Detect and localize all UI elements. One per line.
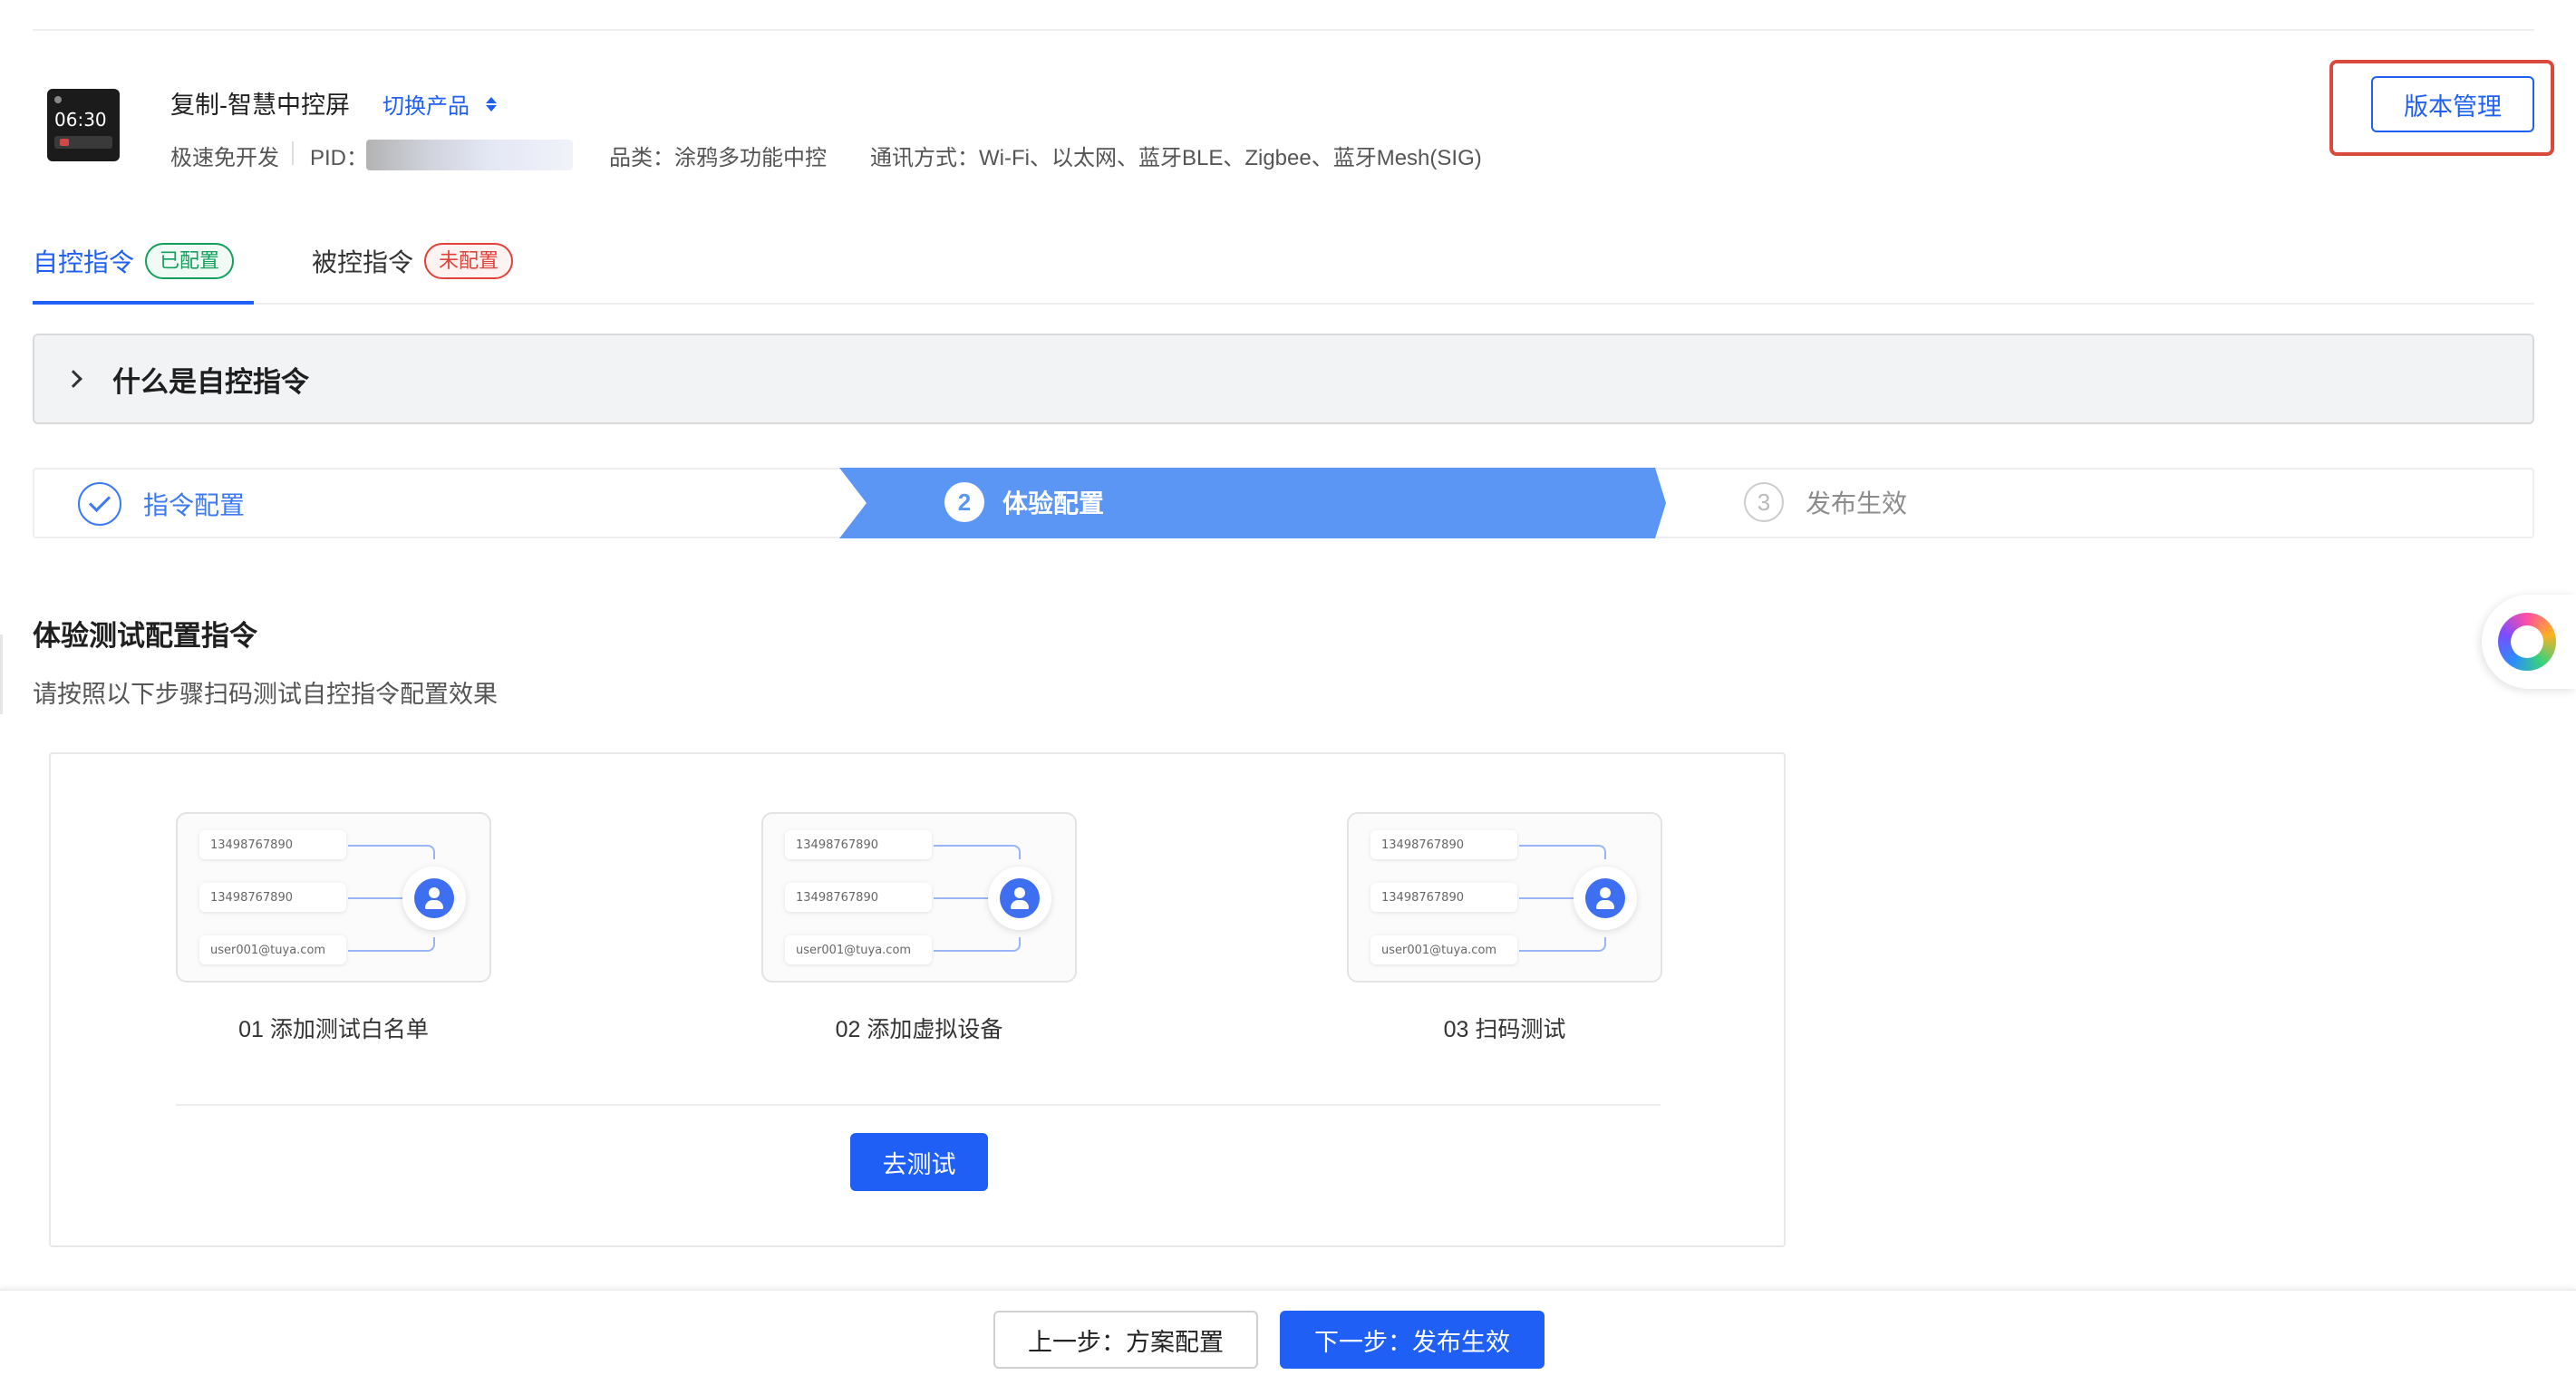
list-item: 13498767890 xyxy=(1370,883,1517,912)
step-number: 2 xyxy=(944,482,984,522)
what-is-self-control-collapse[interactable]: 什么是自控指令 xyxy=(33,334,2534,424)
tab-controlled[interactable]: 被控指令 未配置 xyxy=(312,243,514,279)
meta-divider xyxy=(292,141,294,165)
step-label: 发布生效 xyxy=(1806,489,1908,518)
scan-test-illustration: 13498767890 13498767890 user001@tuya.com xyxy=(1347,812,1662,983)
category-label: 品类：涂鸦多功能中控 xyxy=(609,146,827,170)
guide-step-caption: 03 扫码测试 xyxy=(1443,1017,1566,1042)
check-icon xyxy=(78,482,121,526)
virtual-device-illustration: 13498767890 13498767890 user001@tuya.com xyxy=(761,812,1077,983)
status-badge-unconfigured: 未配置 xyxy=(424,243,514,279)
left-edge-handle xyxy=(0,634,3,714)
list-item: 13498767890 xyxy=(1370,830,1517,859)
list-item: 13498767890 xyxy=(199,883,346,912)
user-avatar-icon xyxy=(988,867,1051,930)
section-subtitle: 请按照以下步骤扫码测试自控指令配置效果 xyxy=(33,681,498,708)
protocols-label: 通讯方式：Wi-Fi、以太网、蓝牙BLE、Zigbee、蓝牙Mesh(SIG) xyxy=(870,146,1482,170)
product-thumbnail: 06:30 xyxy=(47,89,120,161)
switch-product-label: 切换产品 xyxy=(383,94,470,119)
go-test-button[interactable]: 去测试 xyxy=(850,1133,988,1191)
list-item: user001@tuya.com xyxy=(1370,935,1517,964)
sort-updown-icon xyxy=(486,96,497,111)
tab-self-control[interactable]: 自控指令 已配置 xyxy=(33,243,235,279)
version-management-button[interactable]: 版本管理 xyxy=(2371,76,2534,132)
assistant-logo-icon xyxy=(2498,613,2556,671)
ai-assistant-button[interactable] xyxy=(2482,595,2576,689)
step-command-config[interactable]: 指令配置 xyxy=(78,482,245,526)
tab-label: 自控指令 xyxy=(33,248,135,276)
step-label: 体验配置 xyxy=(1002,489,1105,518)
whitelist-illustration: 13498767890 13498767890 user001@tuya.com xyxy=(176,812,491,983)
user-avatar-icon xyxy=(1574,867,1637,930)
product-name: 复制-智慧中控屏 xyxy=(170,92,350,119)
active-tab-indicator xyxy=(33,301,254,305)
next-step-button[interactable]: 下一步：发布生效 xyxy=(1280,1311,1545,1369)
list-item: 13498767890 xyxy=(199,830,346,859)
guide-step-caption: 01 添加测试白名单 xyxy=(238,1017,429,1042)
list-item: 13498767890 xyxy=(785,830,932,859)
card-divider xyxy=(176,1104,1661,1106)
command-tabs: 自控指令 已配置 被控指令 未配置 xyxy=(33,237,2534,305)
test-guide-card: 13498767890 13498767890 user001@tuya.com… xyxy=(49,752,1786,1247)
switch-product-link[interactable]: 切换产品 xyxy=(383,88,497,120)
prev-step-button[interactable]: 上一步：方案配置 xyxy=(993,1311,1258,1369)
dev-mode-label: 极速免开发 xyxy=(170,146,279,170)
guide-step-caption: 02 添加虚拟设备 xyxy=(835,1017,1003,1042)
user-avatar-icon xyxy=(402,867,466,930)
list-item: 13498767890 xyxy=(785,883,932,912)
pid-redacted-value xyxy=(366,140,573,170)
collapse-title: 什么是自控指令 xyxy=(112,365,309,398)
footer-bar: 上一步：方案配置 下一步：发布生效 xyxy=(0,1289,2576,1385)
list-item: user001@tuya.com xyxy=(785,935,932,964)
chevron-right-icon xyxy=(64,370,82,388)
progress-steps: 指令配置 2 体验配置 3 发布生效 xyxy=(33,468,2534,538)
step-label: 指令配置 xyxy=(143,491,246,519)
status-dot-icon xyxy=(54,96,62,103)
list-item: user001@tuya.com xyxy=(199,935,346,964)
status-badge-configured: 已配置 xyxy=(145,243,235,279)
step-publish[interactable]: 3 发布生效 xyxy=(1744,482,1907,522)
thumbnail-clock: 06:30 xyxy=(54,109,107,131)
step-number: 3 xyxy=(1744,482,1784,522)
tab-label: 被控指令 xyxy=(312,248,414,276)
top-divider xyxy=(33,29,2534,31)
pid-label: PID： xyxy=(310,146,369,170)
step-experience-config[interactable]: 2 体验配置 xyxy=(944,482,1104,522)
section-title: 体验测试配置指令 xyxy=(33,620,257,652)
